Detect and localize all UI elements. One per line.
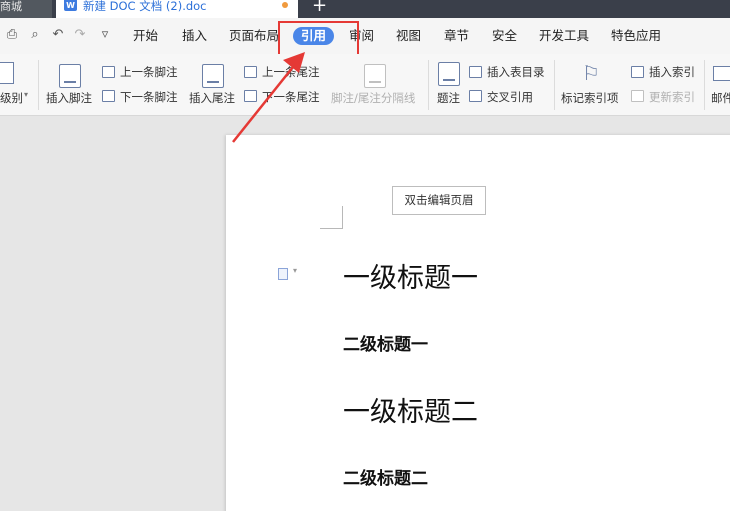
prev-endnote-icon [244, 66, 257, 78]
cross-reference-icon [469, 90, 482, 102]
ribbon-separator [554, 60, 555, 110]
heading-level-1[interactable]: 一级标题二 [343, 390, 478, 429]
insert-endnote-button[interactable]: 插入尾注 [189, 90, 235, 106]
customize-toolbar-icon[interactable]: ▿ [97, 27, 113, 43]
heading-level-1[interactable]: 一级标题一 [343, 256, 478, 295]
cross-reference-button[interactable]: 交叉引用 [487, 89, 533, 105]
margin-corner-mark [320, 206, 343, 229]
menu-chapter[interactable]: 章节 [444, 27, 469, 45]
prev-footnote-button[interactable]: 上一条脚注 [120, 64, 178, 80]
menu-special-apps[interactable]: 特色应用 [611, 27, 661, 45]
next-endnote-button[interactable]: 下一条尾注 [262, 89, 320, 105]
paragraph-layout-icon[interactable] [278, 268, 288, 280]
toc-level-button[interactable]: 级别 [0, 90, 23, 106]
ribbon-separator [428, 60, 429, 110]
note-separator-icon [364, 64, 386, 88]
update-index-icon [631, 90, 644, 102]
undo-icon[interactable]: ↶ [50, 27, 66, 43]
tab-mall[interactable]: 商城 [0, 0, 52, 18]
toc-level-dropdown-icon[interactable]: ▾ [24, 90, 28, 99]
menu-home[interactable]: 开始 [133, 27, 158, 45]
next-footnote-icon [102, 90, 115, 102]
menu-security[interactable]: 安全 [492, 27, 517, 45]
insert-footnote-icon [59, 64, 81, 88]
tab-document-label: 新建 DOC 文档 (2).doc [83, 0, 207, 13]
print-preview-icon[interactable]: ⌕ [27, 27, 43, 43]
insert-footnote-button[interactable]: 插入脚注 [46, 90, 92, 106]
heading-level-2[interactable]: 二级标题一 [343, 330, 428, 355]
next-footnote-button[interactable]: 下一条脚注 [120, 89, 178, 105]
menu-bar: ⎙ ⌕ ↶ ↷ ▿ 开始 插入 页面布局 引用 审阅 视图 章节 安全 开发工具… [0, 18, 730, 54]
tab-mall-label: 商城 [0, 0, 22, 13]
update-index-button[interactable]: 更新索引 [649, 89, 695, 105]
title-bar: 商城 W 新建 DOC 文档 (2).doc + [0, 0, 730, 18]
tab-document[interactable]: W 新建 DOC 文档 (2).doc [56, 0, 298, 18]
insert-toc-icon [469, 66, 482, 78]
word-doc-icon: W [64, 0, 77, 11]
mail-merge-button[interactable]: 邮件 [711, 90, 730, 106]
ribbon-references: 级别 ▾ 插入脚注 上一条脚注 下一条脚注 插入尾注 上一条尾注 下一条尾注 脚… [0, 54, 730, 116]
menu-developer-tools[interactable]: 开发工具 [539, 27, 589, 45]
insert-index-button[interactable]: 插入索引 [649, 64, 695, 80]
heading-level-2[interactable]: 二级标题二 [343, 464, 428, 489]
redo-icon[interactable]: ↷ [72, 27, 88, 43]
print-icon[interactable]: ⎙ [4, 27, 20, 43]
ribbon-separator [38, 60, 39, 110]
edit-header-tooltip[interactable]: 双击编辑页眉 [392, 186, 486, 215]
mark-index-button[interactable]: 标记索引项 [561, 90, 619, 106]
mark-index-flag-icon: ⚐ [582, 61, 600, 85]
menu-page-layout[interactable]: 页面布局 [229, 27, 279, 45]
new-tab-button[interactable]: + [312, 0, 327, 15]
prev-endnote-button[interactable]: 上一条尾注 [262, 64, 320, 80]
prev-footnote-icon [102, 66, 115, 78]
toc-level-icon [0, 62, 14, 84]
insert-endnote-icon [202, 64, 224, 88]
caption-button[interactable]: 题注 [437, 90, 460, 106]
mail-icon [713, 66, 730, 81]
insert-toc-button[interactable]: 插入表目录 [487, 64, 545, 80]
menu-insert[interactable]: 插入 [182, 27, 207, 45]
note-separator-button[interactable]: 脚注/尾注分隔线 [331, 90, 415, 106]
paragraph-layout-dropdown-icon[interactable]: ▾ [293, 266, 297, 275]
caption-icon [438, 62, 460, 86]
unsaved-dot-icon [282, 2, 288, 8]
ribbon-separator [704, 60, 705, 110]
next-endnote-icon [244, 90, 257, 102]
insert-index-icon [631, 66, 644, 78]
menu-view[interactable]: 视图 [396, 27, 421, 45]
